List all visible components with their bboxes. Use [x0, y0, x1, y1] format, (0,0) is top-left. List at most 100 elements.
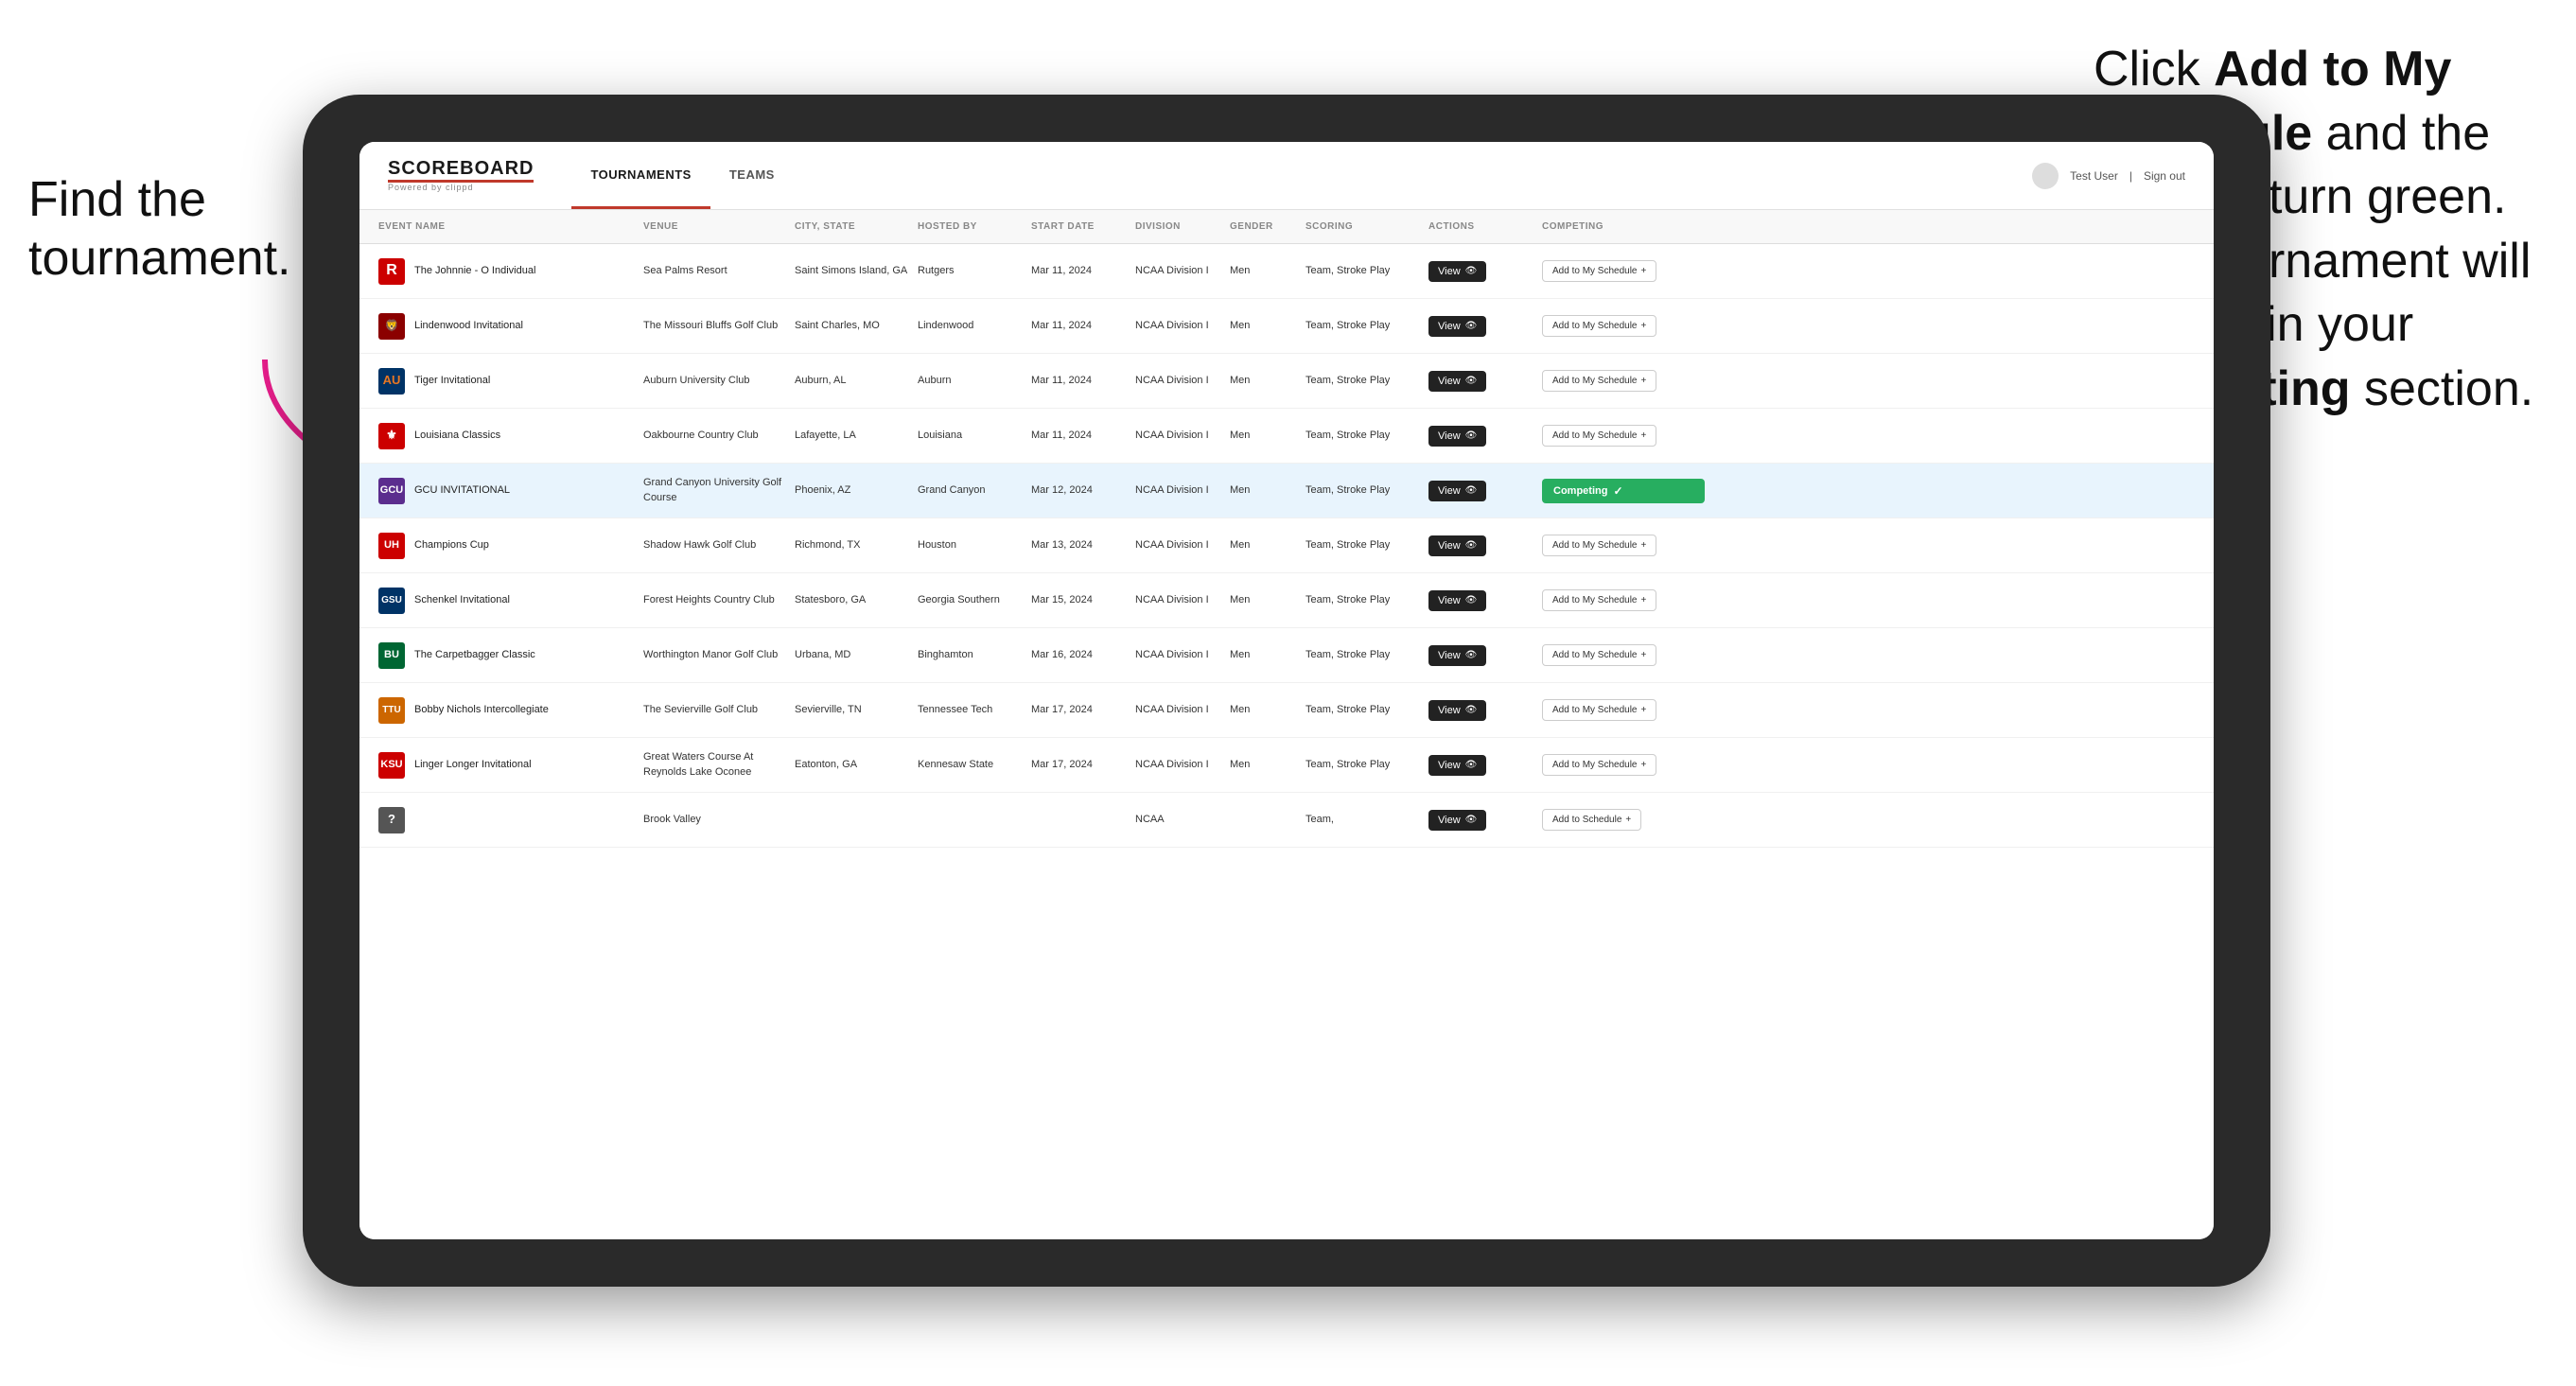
gender-cell: Men [1230, 538, 1306, 553]
user-name: Test User [2070, 169, 2118, 183]
view-label: View [1438, 650, 1461, 661]
gender-cell: Men [1230, 648, 1306, 662]
col-competing: COMPETING [1542, 221, 1712, 232]
col-hosted-by: HOSTED BY [918, 221, 1031, 232]
table-row: 🦁 Lindenwood Invitational The Missouri B… [359, 299, 2214, 354]
tab-teams[interactable]: TEAMS [710, 142, 794, 209]
user-avatar [2032, 163, 2059, 189]
add-to-schedule-button[interactable]: Add to My Schedule + [1542, 425, 1656, 447]
start-date-cell: Mar 11, 2024 [1031, 319, 1135, 333]
app-header: SCOREBOARD Powered by clippd TOURNAMENTS… [359, 142, 2214, 210]
add-to-schedule-button[interactable]: Add to My Schedule + [1542, 535, 1656, 556]
view-button[interactable]: View 👁 [1428, 810, 1486, 831]
add-to-schedule-button[interactable]: Add to My Schedule + [1542, 644, 1656, 666]
view-label: View [1438, 760, 1461, 771]
scoring-cell: Team, Stroke Play [1306, 703, 1428, 717]
start-date-cell: Mar 17, 2024 [1031, 703, 1135, 717]
view-button[interactable]: View 👁 [1428, 371, 1486, 392]
view-button[interactable]: View 👁 [1428, 316, 1486, 337]
view-button[interactable]: View 👁 [1428, 481, 1486, 501]
table-row: KSU Linger Longer Invitational Great Wat… [359, 738, 2214, 793]
plus-icon: + [1641, 266, 1647, 276]
start-date-cell: Mar 11, 2024 [1031, 374, 1135, 388]
logo-sub: Powered by clippd [388, 183, 474, 192]
view-label: View [1438, 705, 1461, 716]
competing-cell: Add to My Schedule + [1542, 644, 1712, 666]
add-to-schedule-button[interactable]: Add to My Schedule + [1542, 699, 1656, 721]
event-name-cell: BU The Carpetbagger Classic [378, 642, 643, 669]
gender-cell: Men [1230, 703, 1306, 717]
add-schedule-label: Add to My Schedule [1552, 540, 1638, 551]
nav-tabs: TOURNAMENTS TEAMS [571, 142, 793, 209]
eye-icon: 👁 [1465, 595, 1478, 605]
event-name: The Carpetbagger Classic [414, 648, 535, 662]
add-to-schedule-button[interactable]: Add to My Schedule + [1542, 754, 1656, 776]
hosted-by-cell: Louisiana [918, 429, 1031, 443]
competing-cell: Add to My Schedule + [1542, 425, 1712, 447]
add-to-schedule-button[interactable]: Add to My Schedule + [1542, 315, 1656, 337]
hosted-by-cell: Tennessee Tech [918, 703, 1031, 717]
view-button[interactable]: View 👁 [1428, 755, 1486, 776]
start-date-cell: Mar 11, 2024 [1031, 429, 1135, 443]
col-scoring: SCORING [1306, 221, 1428, 232]
division-cell: NCAA Division I [1135, 264, 1230, 278]
start-date-cell: Mar 11, 2024 [1031, 264, 1135, 278]
venue-cell: Auburn University Club [643, 374, 795, 388]
division-cell: NCAA Division I [1135, 483, 1230, 498]
view-label: View [1438, 540, 1461, 552]
competing-cell: Add to Schedule + [1542, 809, 1712, 831]
sign-out-link[interactable]: Sign out [2144, 169, 2185, 183]
division-cell: NCAA Division I [1135, 703, 1230, 717]
plus-icon: + [1641, 376, 1647, 386]
add-schedule-label: Add to My Schedule [1552, 595, 1638, 605]
col-division: DIVISION [1135, 221, 1230, 232]
view-button[interactable]: View 👁 [1428, 645, 1486, 666]
hosted-by-cell: Houston [918, 538, 1031, 553]
view-button[interactable]: View 👁 [1428, 535, 1486, 556]
eye-icon: 👁 [1465, 376, 1478, 386]
scoring-cell: Team, Stroke Play [1306, 483, 1428, 498]
plus-icon: + [1641, 650, 1647, 660]
add-to-schedule-button[interactable]: Add to My Schedule + [1542, 370, 1656, 392]
add-to-schedule-button[interactable]: Add to My Schedule + [1542, 589, 1656, 611]
plus-icon: + [1641, 705, 1647, 715]
gender-cell: Men [1230, 593, 1306, 607]
venue-cell: Shadow Hawk Golf Club [643, 538, 795, 553]
competing-cell: Add to My Schedule + [1542, 315, 1712, 337]
city-state-cell: Sevierville, TN [795, 703, 918, 717]
view-button[interactable]: View 👁 [1428, 590, 1486, 611]
actions-cell: View 👁 [1428, 810, 1542, 831]
view-button[interactable]: View 👁 [1428, 426, 1486, 447]
app-logo: SCOREBOARD [388, 159, 534, 178]
eye-icon: 👁 [1465, 650, 1478, 660]
add-schedule-label: Add to My Schedule [1552, 705, 1638, 715]
hosted-by-cell: Grand Canyon [918, 483, 1031, 498]
table-row: R The Johnnie - O Individual Sea Palms R… [359, 244, 2214, 299]
city-state-cell: Auburn, AL [795, 374, 918, 388]
plus-icon: + [1641, 595, 1647, 605]
add-schedule-label: Add to My Schedule [1552, 266, 1638, 276]
competing-cell: Add to My Schedule + [1542, 370, 1712, 392]
check-icon: ✓ [1613, 484, 1622, 498]
division-cell: NCAA Division I [1135, 758, 1230, 772]
start-date-cell: Mar 16, 2024 [1031, 648, 1135, 662]
eye-icon: 👁 [1465, 760, 1478, 770]
scoring-cell: Team, Stroke Play [1306, 264, 1428, 278]
tab-tournaments[interactable]: TOURNAMENTS [571, 142, 710, 209]
plus-icon: + [1641, 430, 1647, 441]
eye-icon: 👁 [1465, 321, 1478, 331]
view-label: View [1438, 815, 1461, 826]
event-name: Schenkel Invitational [414, 593, 510, 607]
actions-cell: View 👁 [1428, 700, 1542, 721]
view-button[interactable]: View 👁 [1428, 700, 1486, 721]
gender-cell: Men [1230, 374, 1306, 388]
event-name-cell: GCU GCU INVITATIONAL [378, 478, 643, 504]
col-city-state: CITY, STATE [795, 221, 918, 232]
add-to-schedule-button[interactable]: Add to Schedule + [1542, 809, 1641, 831]
view-button[interactable]: View 👁 [1428, 261, 1486, 282]
hosted-by-cell: Georgia Southern [918, 593, 1031, 607]
competing-button[interactable]: Competing ✓ [1542, 479, 1705, 503]
add-schedule-label: Add to Schedule [1552, 815, 1621, 825]
eye-icon: 👁 [1465, 430, 1478, 441]
add-to-schedule-button[interactable]: Add to My Schedule + [1542, 260, 1656, 282]
